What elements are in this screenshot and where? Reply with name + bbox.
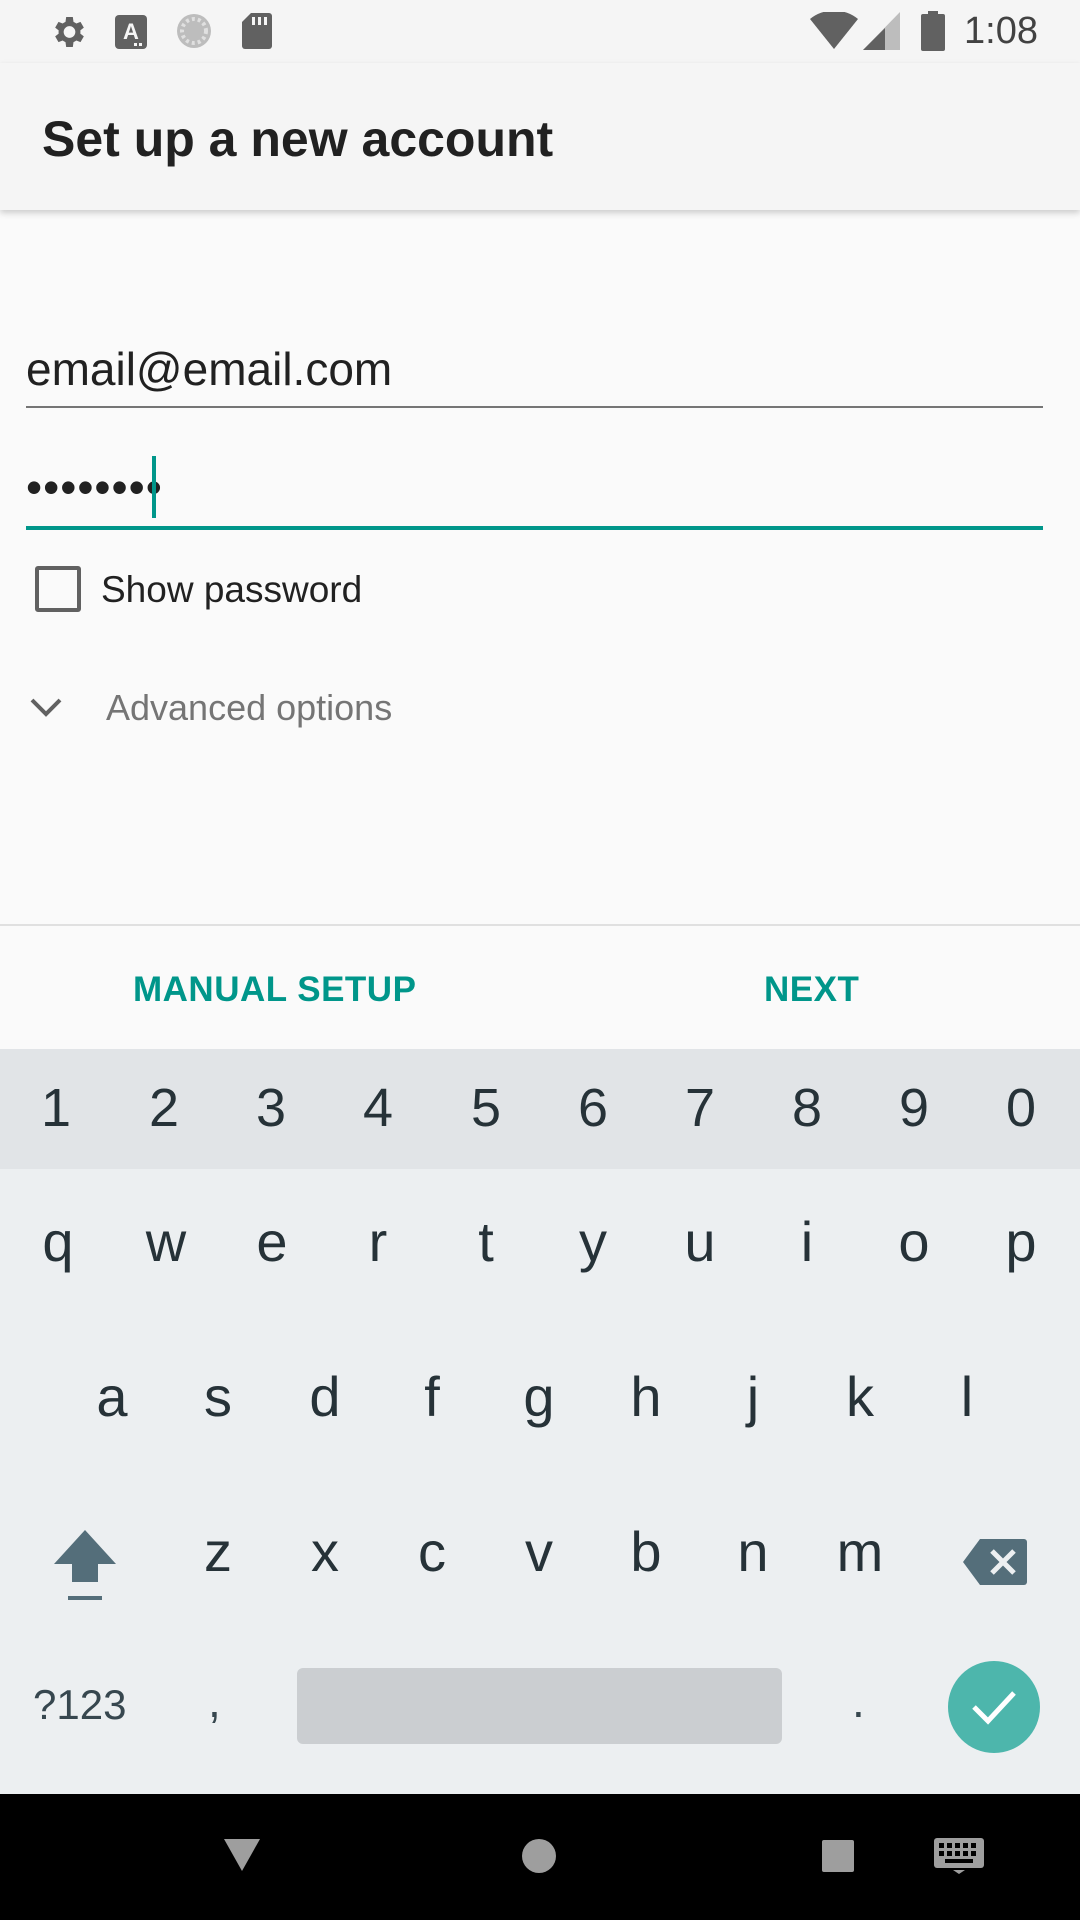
key-9[interactable]: 9 [874, 1077, 954, 1139]
key-f[interactable]: f [392, 1364, 472, 1429]
show-password-label: Show password [101, 569, 363, 610]
key-2[interactable]: 2 [124, 1077, 204, 1139]
key-d[interactable]: d [285, 1364, 365, 1429]
chevron-down-icon [30, 698, 62, 717]
advanced-options-toggle[interactable]: Advanced options [28, 680, 448, 736]
key-y[interactable]: y [553, 1209, 633, 1274]
status-bar: A 1:08 [0, 0, 1080, 63]
enter-key[interactable] [948, 1661, 1040, 1753]
key-o[interactable]: o [874, 1209, 954, 1274]
keyboard-a-icon: A [115, 15, 147, 49]
show-password-checkbox[interactable] [35, 566, 81, 612]
manual-setup-button[interactable]: MANUAL SETUP [133, 970, 416, 1010]
backspace-icon[interactable] [962, 1537, 1028, 1587]
key-t[interactable]: t [446, 1209, 526, 1274]
key-h[interactable]: h [606, 1364, 686, 1429]
gear-icon [55, 17, 84, 47]
key-q[interactable]: q [18, 1209, 98, 1274]
key-p[interactable]: p [981, 1209, 1061, 1274]
key-x[interactable]: x [285, 1519, 365, 1584]
key-0[interactable]: 0 [981, 1077, 1061, 1139]
wifi-icon [810, 12, 858, 49]
text-cursor [152, 456, 156, 518]
key-3[interactable]: 3 [231, 1077, 311, 1139]
show-password-row[interactable]: Show password [33, 562, 433, 618]
key-c[interactable]: c [392, 1519, 472, 1584]
checkmark-icon [972, 1691, 1016, 1725]
space-key[interactable] [297, 1668, 782, 1744]
key-g[interactable]: g [499, 1364, 579, 1429]
email-field[interactable]: email@email.com [26, 340, 1043, 408]
key-1[interactable]: 1 [16, 1077, 96, 1139]
key-m[interactable]: m [820, 1519, 900, 1584]
cell-signal-icon [863, 12, 900, 50]
key-e[interactable]: e [232, 1209, 312, 1274]
period-key[interactable]: . [852, 1674, 865, 1728]
back-icon[interactable] [222, 1837, 262, 1873]
key-s[interactable]: s [178, 1364, 258, 1429]
button-bar: MANUAL SETUP NEXT [0, 924, 1080, 1049]
symbols-key[interactable]: ?123 [33, 1681, 126, 1729]
password-value: •••••••• [26, 461, 163, 513]
key-r[interactable]: r [338, 1209, 418, 1274]
password-field[interactable]: •••••••• [26, 450, 1043, 530]
key-w[interactable]: w [126, 1209, 206, 1274]
key-i[interactable]: i [767, 1209, 847, 1274]
sd-card-icon [242, 13, 272, 49]
key-6[interactable]: 6 [553, 1077, 633, 1139]
soft-keyboard: 1 2 3 4 5 6 7 8 9 0 q w e r t y u i o p … [0, 1049, 1080, 1794]
key-n[interactable]: n [713, 1519, 793, 1584]
shift-key-icon[interactable] [50, 1526, 120, 1606]
recents-icon[interactable] [821, 1839, 855, 1873]
email-value: email@email.com [26, 343, 393, 395]
key-7[interactable]: 7 [660, 1077, 740, 1139]
page-title: Set up a new account [42, 111, 554, 167]
battery-icon [921, 11, 945, 51]
key-b[interactable]: b [606, 1519, 686, 1584]
keyboard-number-row: 1 2 3 4 5 6 7 8 9 0 [0, 1049, 1080, 1169]
svg-text:A: A [123, 19, 139, 44]
key-u[interactable]: u [660, 1209, 740, 1274]
comma-key[interactable]: , [208, 1674, 221, 1728]
navigation-bar [0, 1794, 1080, 1920]
advanced-options-label: Advanced options [106, 687, 393, 728]
sync-circle-icon [177, 14, 211, 48]
home-icon[interactable] [520, 1837, 558, 1875]
key-a[interactable]: a [72, 1364, 152, 1429]
key-5[interactable]: 5 [446, 1077, 526, 1139]
key-4[interactable]: 4 [338, 1077, 418, 1139]
next-button[interactable]: NEXT [764, 970, 859, 1010]
key-j[interactable]: j [713, 1364, 793, 1429]
key-k[interactable]: k [820, 1364, 900, 1429]
key-v[interactable]: v [499, 1519, 579, 1584]
status-time: 1:08 [964, 10, 1038, 52]
app-bar: Set up a new account [0, 63, 1080, 210]
key-l[interactable]: l [927, 1364, 1007, 1429]
key-z[interactable]: z [178, 1519, 258, 1584]
keyboard-switch-icon[interactable] [933, 1837, 985, 1875]
key-8[interactable]: 8 [767, 1077, 847, 1139]
